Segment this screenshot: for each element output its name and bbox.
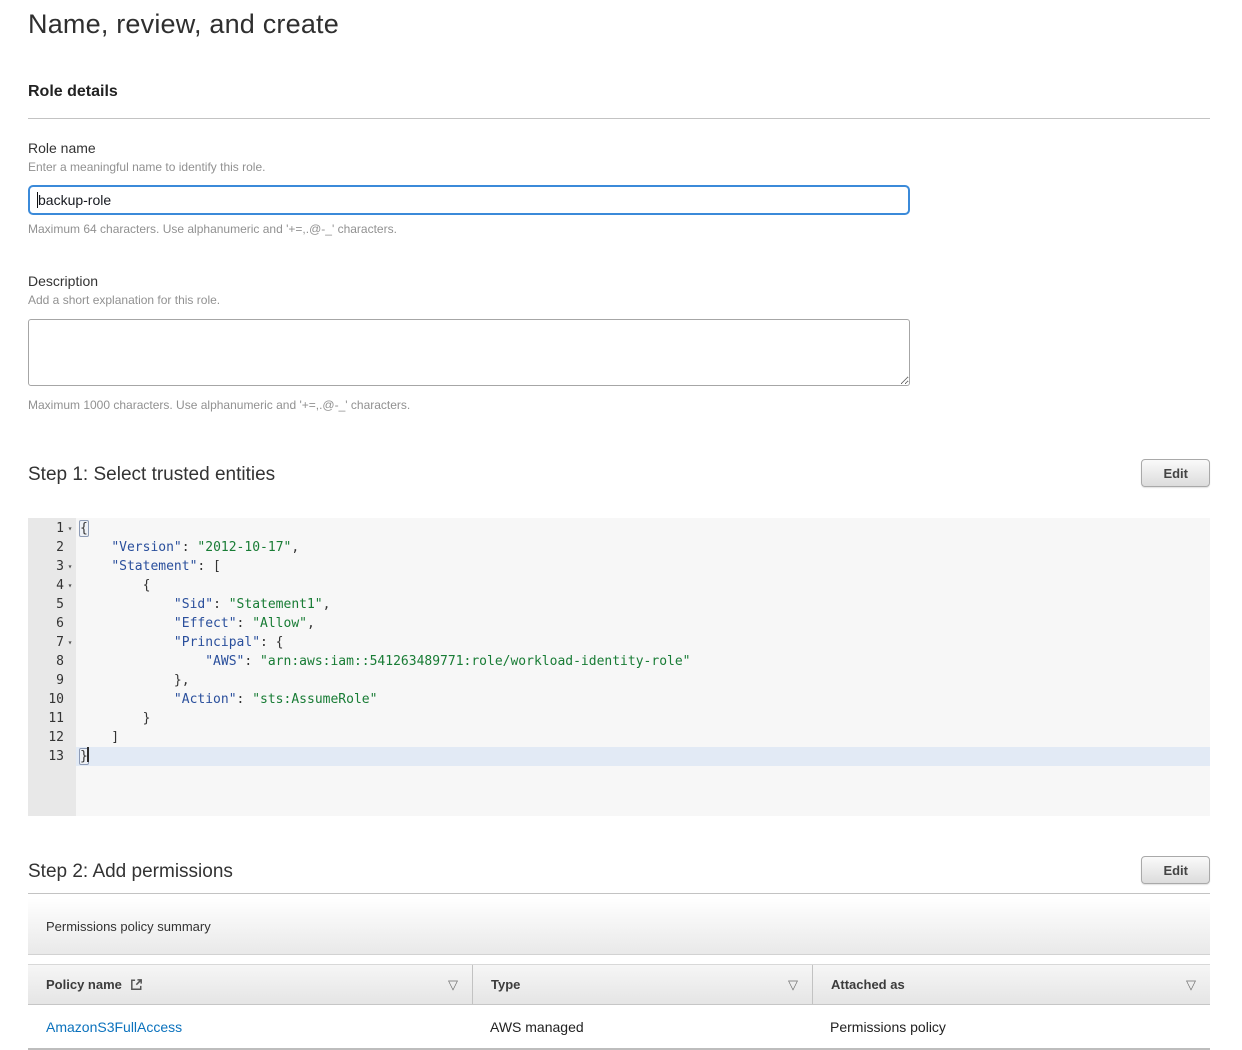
filter-icon[interactable]: ▽ [1186, 977, 1196, 993]
filter-icon[interactable]: ▽ [788, 977, 798, 993]
code-line[interactable]: "Principal": { [76, 633, 1210, 652]
column-label: Type [491, 977, 520, 992]
gutter-line[interactable]: 5 [28, 595, 76, 614]
gutter-line[interactable]: 3▾ [28, 557, 76, 576]
panel-header: Permissions policy summary [28, 898, 1210, 955]
role-name-label: Role name [28, 140, 1210, 156]
code-line[interactable]: }, [76, 671, 1210, 690]
description-constraint: Maximum 1000 characters. Use alphanumeri… [28, 398, 1210, 412]
permissions-summary-panel: Permissions policy summary Policy name ▽ [28, 898, 1210, 1050]
fold-arrow-icon[interactable]: ▾ [64, 633, 76, 652]
gutter-line[interactable]: 7▾ [28, 633, 76, 652]
gutter-line[interactable]: 8 [28, 652, 76, 671]
policy-type-value: AWS managed [490, 1019, 584, 1035]
gutter-line[interactable]: 11 [28, 709, 76, 728]
code-line[interactable]: "Sid": "Statement1", [76, 595, 1210, 614]
editor-code[interactable]: { "Version": "2012-10-17", "Statement": … [76, 518, 1210, 816]
edit-permissions-button[interactable]: Edit [1141, 856, 1210, 884]
text-caret [37, 192, 38, 208]
code-line[interactable]: "Action": "sts:AssumeRole" [76, 690, 1210, 709]
code-line[interactable]: "AWS": "arn:aws:iam::541263489771:role/w… [76, 652, 1210, 671]
column-header-type[interactable]: Type ▽ [472, 965, 812, 1004]
role-name-input[interactable] [28, 185, 910, 215]
page-title: Name, review, and create [28, 0, 1210, 40]
description-textarea[interactable] [28, 319, 910, 386]
edit-trusted-entities-button[interactable]: Edit [1141, 459, 1210, 487]
role-name-constraint: Maximum 64 characters. Use alphanumeric … [28, 222, 1210, 236]
policy-table-header: Policy name ▽ Type ▽ Attached as [28, 964, 1210, 1005]
column-header-policy-name[interactable]: Policy name ▽ [28, 965, 472, 1004]
column-label: Attached as [831, 977, 905, 992]
gutter-line[interactable]: 6 [28, 614, 76, 633]
step2-heading: Step 2: Add permissions [28, 856, 233, 883]
divider [28, 893, 1210, 894]
filter-icon[interactable]: ▽ [448, 977, 458, 993]
gutter-line[interactable]: 13 [28, 747, 76, 766]
policy-table-body: AmazonS3FullAccess AWS managed Permissio… [28, 1005, 1210, 1050]
gutter-line[interactable]: 10 [28, 690, 76, 709]
attached-as-value: Permissions policy [830, 1019, 946, 1035]
column-label: Policy name [46, 977, 122, 992]
code-line[interactable]: } [76, 709, 1210, 728]
gutter-line[interactable]: 1▾ [28, 519, 76, 538]
fold-arrow-icon[interactable]: ▾ [64, 519, 76, 538]
role-details-heading: Role details [28, 83, 1210, 101]
code-line[interactable]: "Effect": "Allow", [76, 614, 1210, 633]
gutter-line[interactable]: 4▾ [28, 576, 76, 595]
step1-heading: Step 1: Select trusted entities [28, 459, 275, 486]
divider [28, 118, 1210, 119]
fold-arrow-icon[interactable]: ▾ [64, 576, 76, 595]
code-line[interactable]: { [76, 576, 1210, 595]
code-line[interactable]: "Version": "2012-10-17", [76, 538, 1210, 557]
code-line[interactable]: "Statement": [ [76, 557, 1210, 576]
gutter-line[interactable]: 9 [28, 671, 76, 690]
description-label: Description [28, 273, 1210, 289]
code-line[interactable]: } [76, 747, 1210, 766]
panel-title: Permissions policy summary [46, 919, 211, 934]
gutter-line[interactable]: 2 [28, 538, 76, 557]
fold-arrow-icon[interactable]: ▾ [64, 557, 76, 576]
description-hint: Add a short explanation for this role. [28, 293, 1210, 307]
page: Name, review, and create Role details Ro… [0, 0, 1242, 1050]
code-line[interactable]: ] [76, 728, 1210, 747]
gutter-line[interactable]: 12 [28, 728, 76, 747]
external-link-icon [129, 977, 144, 992]
role-name-hint: Enter a meaningful name to identify this… [28, 160, 1210, 174]
editor-cursor [87, 747, 89, 762]
trust-policy-editor[interactable]: 1▾23▾4▾567▾8910111213 { "Version": "2012… [28, 518, 1210, 816]
policy-name-link[interactable]: AmazonS3FullAccess [46, 1019, 182, 1035]
code-line[interactable]: { [76, 519, 1210, 538]
column-header-attached-as[interactable]: Attached as ▽ [812, 965, 1210, 1004]
editor-gutter[interactable]: 1▾23▾4▾567▾8910111213 [28, 518, 76, 816]
table-row: AmazonS3FullAccess AWS managed Permissio… [28, 1005, 1210, 1050]
